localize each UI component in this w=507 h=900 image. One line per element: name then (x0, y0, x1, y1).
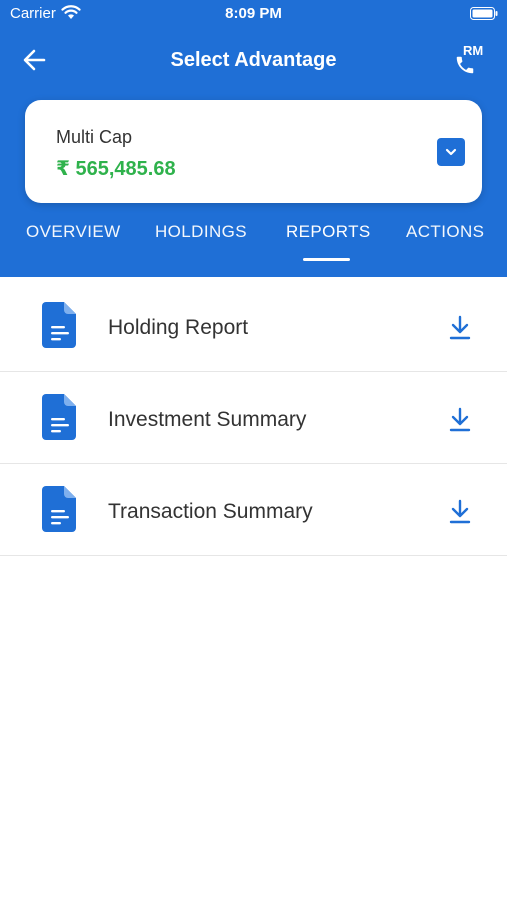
nav-bar: Select Advantage RM (0, 36, 507, 84)
document-icon (42, 394, 76, 440)
portfolio-value: ₹ 565,485.68 (56, 158, 176, 180)
tab-actions[interactable]: ACTIONS (406, 222, 484, 242)
tab-holdings[interactable]: HOLDINGS (155, 222, 247, 242)
download-button[interactable] (446, 314, 474, 342)
report-row-transaction-summary[interactable]: Transaction Summary (0, 464, 507, 556)
report-label: Holding Report (108, 316, 249, 339)
battery-icon (470, 7, 498, 20)
arrow-left-icon (23, 49, 46, 71)
report-row-holding-report[interactable]: Holding Report (0, 280, 507, 372)
status-bar: Carrier 8:09 PM (0, 0, 507, 28)
page-title: Select Advantage (170, 49, 337, 71)
rm-call-button[interactable]: RM (448, 40, 492, 80)
report-row-investment-summary[interactable]: Investment Summary (0, 372, 507, 464)
status-time: 8:09 PM (225, 5, 282, 22)
download-button[interactable] (446, 406, 474, 434)
report-label: Investment Summary (108, 408, 307, 431)
back-button[interactable] (20, 46, 52, 74)
download-icon (449, 499, 471, 524)
download-icon (449, 315, 471, 340)
download-button[interactable] (446, 498, 474, 526)
document-icon (42, 486, 76, 532)
tab-overview[interactable]: OVERVIEW (26, 222, 121, 242)
download-icon (449, 407, 471, 432)
document-icon (42, 302, 76, 348)
phone-icon (456, 56, 474, 74)
portfolio-dropdown-button[interactable] (437, 138, 465, 166)
app-header: Carrier 8:09 PM Select Advantage RM Mult (0, 0, 507, 277)
chevron-down-icon (445, 148, 457, 156)
portfolio-selector-card[interactable]: Multi Cap ₹ 565,485.68 (25, 100, 482, 203)
report-label: Transaction Summary (108, 500, 313, 523)
portfolio-name: Multi Cap (56, 127, 133, 147)
tab-reports[interactable]: REPORTS (286, 222, 371, 242)
active-tab-indicator (303, 258, 350, 261)
